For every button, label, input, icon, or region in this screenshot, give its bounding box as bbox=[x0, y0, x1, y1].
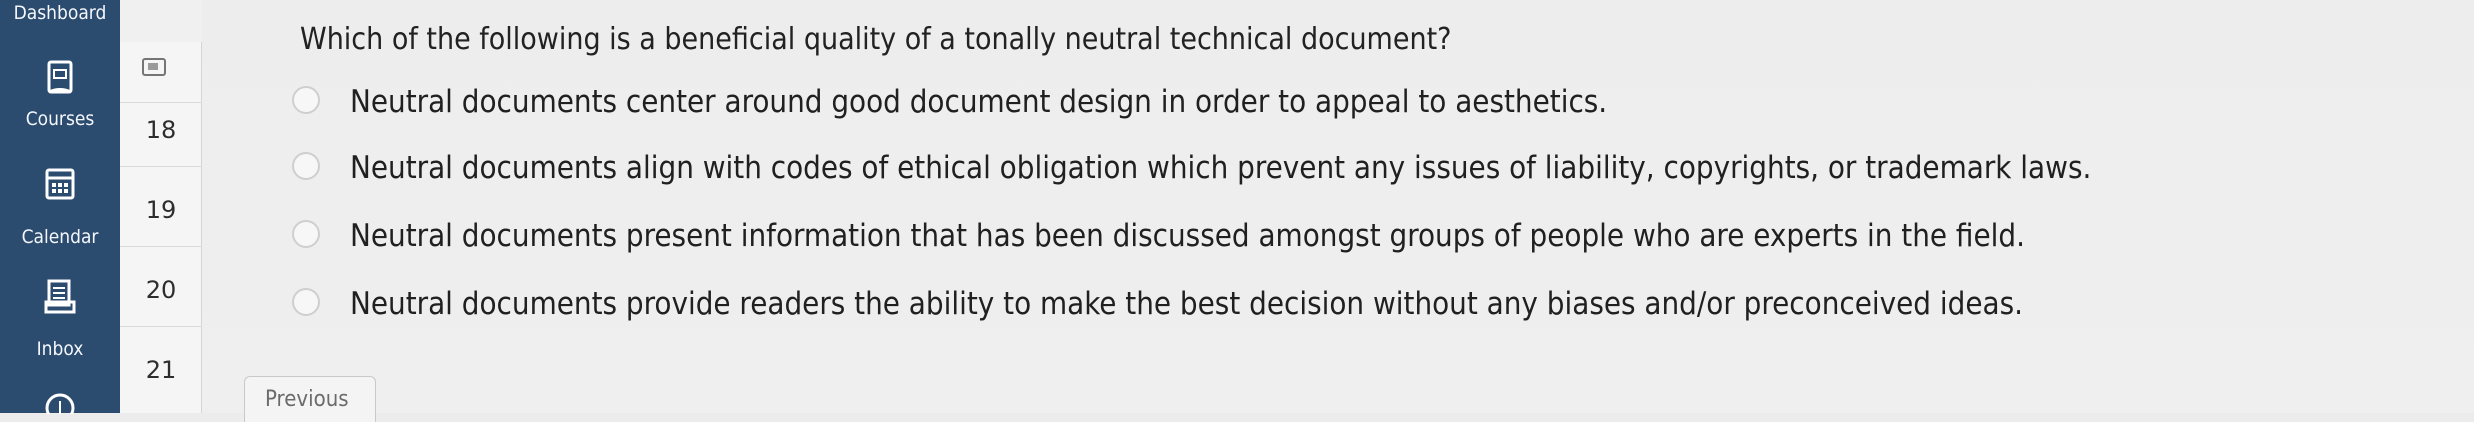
question-text: Which of the following is a beneficial q… bbox=[300, 22, 1452, 57]
dashboard-link[interactable]: Dashboard bbox=[0, 2, 120, 24]
question-list-icon[interactable] bbox=[142, 58, 166, 76]
radio-button[interactable] bbox=[292, 288, 320, 316]
course-navigation: 18 19 20 21 bbox=[120, 0, 202, 413]
course-separator bbox=[120, 166, 202, 167]
previous-button-label: Previous bbox=[265, 387, 349, 412]
previous-button[interactable]: Previous bbox=[244, 376, 376, 422]
quiz-content: Which of the following is a beneficial q… bbox=[202, 0, 2474, 422]
calendar-nav-item[interactable]: Calendar bbox=[0, 164, 120, 248]
inbox-label: Inbox bbox=[36, 338, 84, 360]
global-navigation: Dashboard Courses Calendar Inbox bbox=[0, 0, 120, 414]
inbox-nav-item[interactable]: Inbox bbox=[0, 276, 120, 368]
book-icon bbox=[47, 60, 73, 94]
courses-label: Courses bbox=[25, 108, 95, 130]
radio-button[interactable] bbox=[292, 220, 320, 248]
course-nav-top-area bbox=[120, 0, 202, 42]
radio-button[interactable] bbox=[292, 86, 320, 114]
question-number-20[interactable]: 20 bbox=[120, 276, 202, 304]
question-number-21[interactable]: 21 bbox=[120, 356, 202, 384]
answer-text: Neutral documents align with codes of et… bbox=[350, 150, 2092, 186]
question-number-18[interactable]: 18 bbox=[120, 116, 202, 144]
course-separator bbox=[120, 102, 202, 103]
calendar-icon bbox=[45, 168, 75, 200]
answer-text: Neutral documents center around good doc… bbox=[350, 84, 1608, 120]
inbox-icon bbox=[44, 279, 76, 314]
radio-button[interactable] bbox=[292, 152, 320, 180]
help-icon[interactable] bbox=[42, 390, 78, 414]
question-number-19[interactable]: 19 bbox=[120, 196, 202, 224]
course-separator bbox=[120, 326, 202, 327]
course-separator bbox=[120, 246, 202, 247]
answer-text: Neutral documents provide readers the ab… bbox=[350, 286, 2023, 322]
answer-text: Neutral documents present information th… bbox=[350, 218, 2025, 254]
courses-nav-item[interactable]: Courses bbox=[0, 58, 120, 138]
calendar-label: Calendar bbox=[21, 226, 99, 248]
